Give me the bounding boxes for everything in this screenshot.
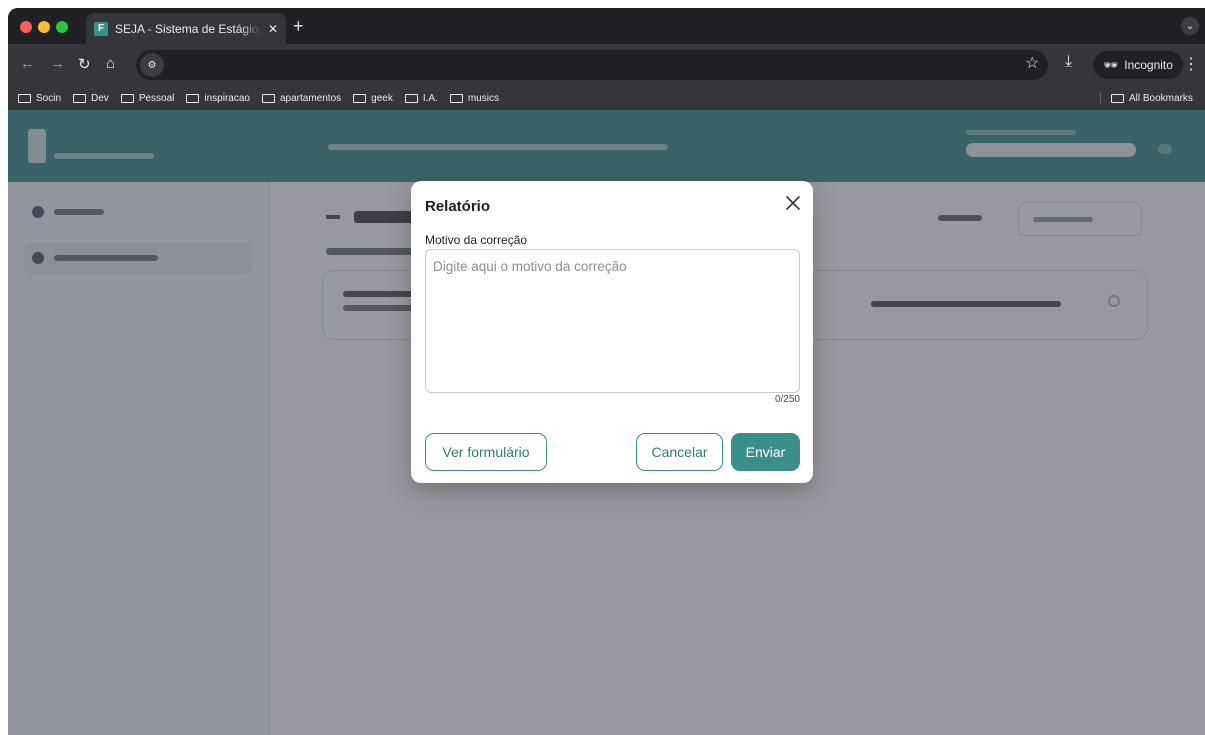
view-form-button[interactable]: Ver formulário (425, 433, 547, 471)
home-icon[interactable]: ⌂ (106, 55, 115, 72)
bookmark-dev[interactable]: Dev (73, 93, 109, 104)
folder-icon (261, 93, 275, 103)
desktop-strip (0, 0, 1205, 8)
incognito-button[interactable]: 🕶 Incognito (1093, 51, 1183, 79)
incognito-label: Incognito (1124, 58, 1173, 72)
new-tab-button[interactable]: + (293, 16, 304, 37)
tab-favicon: F (94, 21, 108, 36)
folder-icon (18, 93, 31, 103)
star-icon[interactable]: ☆ (1025, 53, 1039, 73)
close-window-button[interactable] (20, 21, 32, 33)
bookmark-musics[interactable]: musics (449, 93, 499, 104)
bookmarks-separator (1100, 92, 1101, 104)
bookmark-pessoal[interactable]: Pessoal (120, 93, 174, 104)
download-icon[interactable]: ⤓ (1065, 53, 1072, 71)
folder-icon (404, 93, 418, 103)
folder-icon (449, 93, 463, 103)
reason-textarea[interactable] (425, 249, 800, 393)
modal-title: Relatório (425, 198, 491, 215)
tab-close-icon[interactable]: ✕ (268, 22, 278, 36)
reason-field-label: Motivo da correção (425, 233, 528, 247)
forward-icon[interactable]: → (50, 55, 65, 72)
folder-icon (353, 93, 367, 103)
character-counter: 0/250 (774, 394, 800, 405)
folder-icon (120, 93, 134, 103)
close-icon[interactable] (781, 191, 805, 215)
reload-icon[interactable]: ↻ (78, 55, 91, 73)
bookmark-geek[interactable]: geek (353, 93, 393, 104)
browser-toolbar: ← → ↻ ⌂ ⚙ ☆ ⤓ 🕶 Incognito ⋮ (8, 44, 1205, 86)
bookmark-apartamentos[interactable]: apartamentos (261, 93, 341, 104)
maximize-window-button[interactable] (56, 21, 68, 33)
browser-window: F SEJA - Sistema de Estágios e ✕ + ⌄ ← →… (8, 8, 1205, 735)
back-icon[interactable]: ← (20, 55, 35, 72)
tab-bar: F SEJA - Sistema de Estágios e ✕ + ⌄ (8, 8, 1205, 44)
bookmarks-bar: Socin Dev Pessoal inspiracao apartamento… (8, 86, 1205, 110)
incognito-icon: 🕶 (1103, 58, 1119, 72)
kebab-menu-icon[interactable]: ⋮ (1183, 54, 1199, 74)
submit-button[interactable]: Enviar (731, 433, 800, 471)
address-bar[interactable]: ⚙ (136, 50, 1048, 80)
folder-icon (1111, 93, 1124, 103)
report-modal: Relatório Motivo da correção 0/250 Ver f… (411, 181, 813, 483)
site-info-icon[interactable]: ⚙ (140, 53, 164, 77)
all-bookmarks-button[interactable]: All Bookmarks (1111, 86, 1193, 110)
bookmark-inspiracao[interactable]: inspiracao (186, 93, 250, 104)
bookmark-socin[interactable]: Socin (18, 93, 61, 104)
cancel-button[interactable]: Cancelar (636, 433, 723, 471)
folder-icon (186, 93, 200, 103)
bookmark-ia[interactable]: I.A. (404, 93, 438, 104)
tab-search-button[interactable]: ⌄ (1181, 17, 1199, 35)
folder-icon (73, 93, 87, 103)
browser-tab[interactable]: F SEJA - Sistema de Estágios e ✕ (86, 13, 286, 44)
tab-title: SEJA - Sistema de Estágios e (115, 21, 262, 36)
minimize-window-button[interactable] (38, 21, 50, 33)
